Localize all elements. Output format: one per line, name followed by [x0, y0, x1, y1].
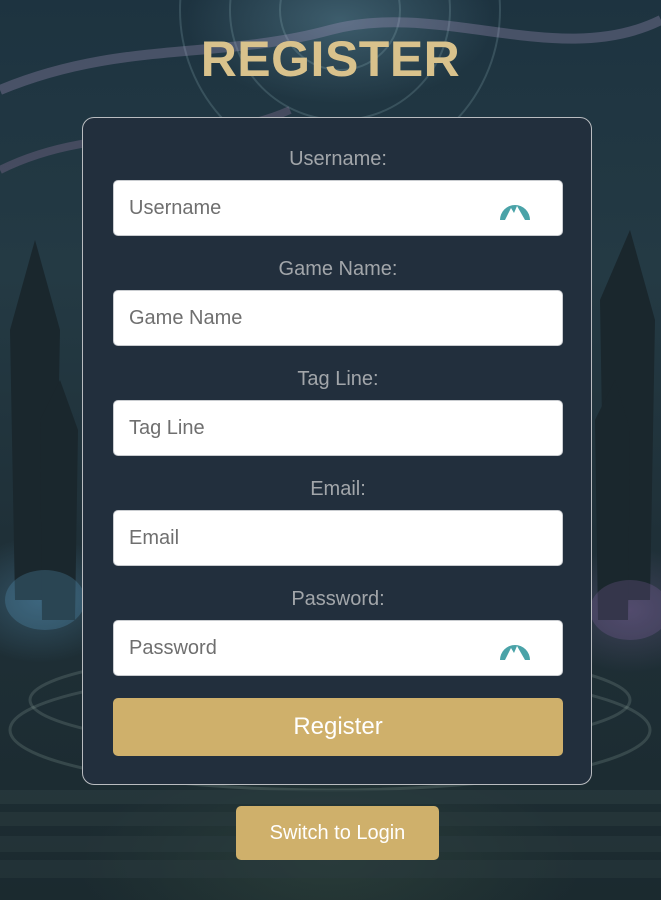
tag-line-label: Tag Line:: [297, 368, 379, 390]
register-form-card: Username: Game Name: Tag Line: Email: Pa…: [82, 117, 592, 785]
password-input[interactable]: [113, 620, 563, 676]
register-button[interactable]: Register: [113, 698, 563, 756]
email-label: Email:: [310, 478, 366, 500]
game-name-input[interactable]: [113, 290, 563, 346]
switch-to-login-button[interactable]: Switch to Login: [236, 806, 439, 860]
username-label: Username:: [289, 148, 387, 170]
password-label: Password:: [291, 588, 385, 610]
password-manager-icon[interactable]: [499, 634, 531, 662]
page-title: REGISTER: [200, 31, 461, 87]
username-input[interactable]: [113, 180, 563, 236]
tag-line-input[interactable]: [113, 400, 563, 456]
password-manager-icon[interactable]: [499, 194, 531, 222]
game-name-label: Game Name:: [278, 258, 398, 280]
email-input[interactable]: [113, 510, 563, 566]
register-page: REGISTER Username: Game Name: Tag Line: …: [0, 0, 661, 900]
